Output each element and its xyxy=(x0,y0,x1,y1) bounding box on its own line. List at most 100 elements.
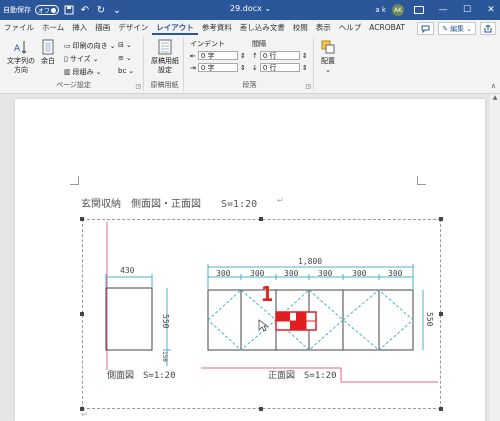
spacing-label: 間隔 xyxy=(252,40,266,48)
comment-icon xyxy=(421,25,430,33)
arrange-label: 配置 xyxy=(321,57,335,65)
text-direction-label: 文字列の方向 xyxy=(7,57,35,74)
toggle-knob xyxy=(51,7,56,13)
share-icon xyxy=(484,24,492,32)
vertical-scrollbar[interactable]: ▲ xyxy=(490,94,500,421)
chevron-down-icon: ⌄ xyxy=(466,24,472,33)
save-icon[interactable] xyxy=(63,4,75,16)
arrange-icon xyxy=(321,40,335,54)
tab-references[interactable]: 参考資料 xyxy=(198,20,236,35)
text-direction-icon: A xyxy=(14,41,27,54)
share-button[interactable] xyxy=(480,22,496,35)
manuscript-group: 原稿用紙設定 原稿用紙 xyxy=(146,37,184,91)
dim-side-base: 150 xyxy=(161,351,168,362)
tab-home[interactable]: ホーム xyxy=(38,20,68,35)
dim-unit: 300 xyxy=(388,269,403,278)
columns-button[interactable]: ▥ 段組み ⌄ xyxy=(64,67,102,77)
dim-unit: 300 xyxy=(352,269,367,278)
pencil-icon: ✎ xyxy=(442,24,449,33)
spinner-icon[interactable]: ⇕ xyxy=(302,64,308,72)
margins-button[interactable]: 余白 xyxy=(40,39,56,66)
tab-review[interactable]: 校閲 xyxy=(289,20,312,35)
document-page[interactable]: 玄関収納 側面図・正面図 S=1:20 ↵ 430 550 150 1,800 … xyxy=(15,99,485,421)
spinner-icon[interactable]: ⇕ xyxy=(240,64,246,72)
tab-view[interactable]: 表示 xyxy=(312,20,335,35)
manuscript-settings-button[interactable]: 原稿用紙設定 xyxy=(148,39,182,75)
page-setup-group: A 文字列の方向 余白 ▭ 印刷の向き ⌄ ▯ サイズ ⌄ ▥ 段組み ⌄ ⊟ ⌄… xyxy=(4,37,144,91)
undo-icon[interactable]: ↶ xyxy=(79,4,91,16)
chevron-down-icon: ⌄ xyxy=(109,42,116,50)
page-heading: 玄関収納 側面図・正面図 S=1:20 xyxy=(81,199,258,210)
tab-help[interactable]: ヘルプ xyxy=(335,20,366,35)
indent-label: インデント xyxy=(190,40,225,48)
chevron-down-icon: ⌄ xyxy=(325,66,331,74)
orientation-icon: ▭ xyxy=(64,42,71,50)
hyphenation-button[interactable]: bc ⌄ xyxy=(118,67,134,75)
text-direction-button[interactable]: A 文字列の方向 xyxy=(6,39,36,75)
size-icon: ▯ xyxy=(64,55,68,63)
tab-design[interactable]: デザイン xyxy=(114,20,152,35)
space-after-icon: ↓ xyxy=(252,63,258,72)
arrange-button[interactable]: 配置 ⌄ xyxy=(320,39,336,75)
page-setup-group-label: ページ設定 xyxy=(56,81,91,89)
title-bar: 自動保存 オフ ↶ ↻ ⌄ 29.docx ⌄ a k AK — ☐ ✕ xyxy=(0,0,500,20)
svg-text:A: A xyxy=(14,44,21,54)
tab-acrobat[interactable]: ACROBAT xyxy=(365,20,409,35)
paragraph-group-label: 段落 xyxy=(242,81,257,89)
tab-layout[interactable]: レイアウト xyxy=(152,20,198,35)
spinner-icon[interactable]: ⇕ xyxy=(302,52,308,60)
collapse-ribbon-icon[interactable]: ∧ xyxy=(491,82,496,90)
tab-draw[interactable]: 描画 xyxy=(91,20,114,35)
line-numbers-button[interactable]: ≡ ⌄ xyxy=(118,54,132,62)
autosave-label: 自動保存 xyxy=(3,6,31,14)
indent-right-input[interactable]: 0 字 xyxy=(197,63,238,72)
line-numbers-icon: ≡ xyxy=(118,54,124,62)
space-after-input[interactable]: 0 行 xyxy=(259,63,300,72)
minimize-icon[interactable]: — xyxy=(434,0,452,20)
dialog-launcher-icon[interactable]: ◳ xyxy=(135,83,141,90)
crop-mark xyxy=(70,176,79,185)
indent-left-icon: ⇤ xyxy=(190,51,196,60)
side-view-label: 側面図 S=1:20 xyxy=(107,371,176,381)
chevron-down-icon: ⌄ xyxy=(125,41,132,49)
chevron-down-icon: ⌄ xyxy=(264,4,272,13)
paragraph-group: インデント 間隔 ⇤ 0 字 ⇕ ⇥ 0 字 ⇕ ↑ 0 行 ⇕ ↓ 0 行 ⇕… xyxy=(186,37,314,91)
dim-front-height: 550 xyxy=(425,312,434,327)
maximize-icon[interactable]: ☐ xyxy=(458,0,476,20)
user-name: a k xyxy=(375,6,386,14)
breaks-button[interactable]: ⊟ ⌄ xyxy=(118,41,132,49)
ribbon-tabs: ファイル ホーム 挿入 描画 デザイン レイアウト 参考資料 差し込み文書 校閲… xyxy=(0,20,500,35)
ribbon-display-icon[interactable] xyxy=(410,0,428,20)
tab-file[interactable]: ファイル xyxy=(0,20,38,35)
dim-unit: 300 xyxy=(284,269,299,278)
scroll-up-icon[interactable]: ▲ xyxy=(490,94,500,104)
comments-button[interactable] xyxy=(417,22,435,35)
chevron-down-icon: ⌄ xyxy=(125,54,132,62)
document-title[interactable]: 29.docx ⌄ xyxy=(230,4,271,13)
arrange-group: 配置 ⌄ xyxy=(316,37,350,91)
drawing-frame[interactable]: 430 550 150 1,800 300 300 300 300 300 30… xyxy=(80,217,443,411)
indent-left-input[interactable]: 0 字 xyxy=(197,51,238,60)
margins-label: 余白 xyxy=(41,57,55,65)
dim-side-height: 550 xyxy=(161,314,170,329)
editing-mode-label: 編集 xyxy=(450,24,465,33)
manuscript-settings-label: 原稿用紙設定 xyxy=(151,57,179,74)
space-before-input[interactable]: 0 行 xyxy=(259,51,300,60)
redo-icon[interactable]: ↻ xyxy=(95,4,107,16)
chevron-down-icon: ⌄ xyxy=(128,67,135,75)
dialog-launcher-icon[interactable]: ◳ xyxy=(305,83,311,90)
customize-chevron-icon[interactable]: ⌄ xyxy=(111,4,123,16)
indent-right-control: ⇥ 0 字 ⇕ xyxy=(190,63,246,72)
editing-mode-button[interactable]: ✎ 編集 ⌄ xyxy=(438,22,476,35)
spinner-icon[interactable]: ⇕ xyxy=(240,52,246,60)
orientation-button[interactable]: ▭ 印刷の向き ⌄ xyxy=(64,41,116,51)
tab-mailings[interactable]: 差し込み文書 xyxy=(236,20,289,35)
ribbon: A 文字列の方向 余白 ▭ 印刷の向き ⌄ ▯ サイズ ⌄ ▥ 段組み ⌄ ⊟ ⌄… xyxy=(0,35,500,94)
crop-mark xyxy=(417,176,426,185)
dim-total-width: 1,800 xyxy=(298,257,323,266)
tab-insert[interactable]: 挿入 xyxy=(68,20,91,35)
autosave-toggle[interactable]: オフ xyxy=(35,5,59,15)
avatar[interactable]: AK xyxy=(392,4,404,16)
close-icon[interactable]: ✕ xyxy=(482,0,500,20)
size-button[interactable]: ▯ サイズ ⌄ xyxy=(64,54,99,64)
